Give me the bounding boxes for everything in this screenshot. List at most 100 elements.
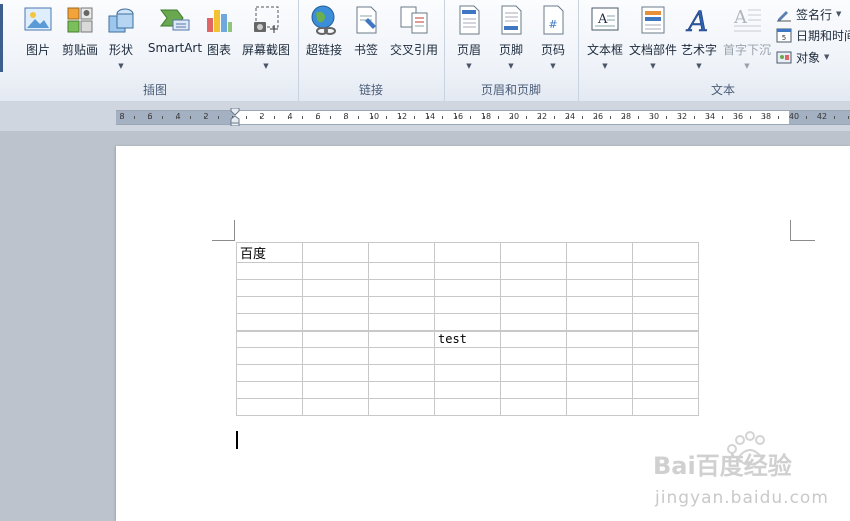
header-dropdown-arrow[interactable]: ▼ [446, 62, 492, 70]
table-cell[interactable] [500, 242, 567, 263]
table-cell[interactable] [368, 279, 435, 297]
table-cell[interactable] [368, 381, 435, 399]
table-cell[interactable] [434, 296, 501, 314]
textbox-dropdown-arrow[interactable]: ▼ [582, 62, 628, 70]
object-dropdown-arrow[interactable]: ▼ [824, 53, 829, 61]
table-cell[interactable] [302, 398, 369, 416]
table-cell[interactable] [302, 279, 369, 297]
table-cell[interactable] [434, 364, 501, 382]
wordart-dropdown-arrow[interactable]: ▼ [676, 62, 722, 70]
table-cell[interactable] [500, 329, 567, 348]
table-cell[interactable] [566, 381, 633, 399]
quickparts-button[interactable]: 文档部件 ▼ [628, 4, 678, 70]
datetime-button[interactable]: 5 日期和时间 [776, 26, 850, 44]
footer-button[interactable]: 页脚 ▼ [488, 4, 534, 70]
dropcap-dropdown-arrow[interactable]: ▼ [721, 62, 773, 70]
table-cell[interactable] [500, 381, 567, 399]
table-cell[interactable] [500, 398, 567, 416]
table-cell[interactable] [566, 313, 633, 331]
table-cell[interactable] [500, 279, 567, 297]
table-cell[interactable] [500, 347, 567, 365]
table-cell[interactable] [302, 364, 369, 382]
object-button[interactable]: 对象 ▼ [776, 48, 829, 66]
table-cell[interactable] [500, 313, 567, 331]
table-cell[interactable] [368, 242, 435, 263]
table-cell[interactable] [632, 347, 699, 365]
signature-dropdown-arrow[interactable]: ▼ [836, 10, 841, 18]
hyperlink-button[interactable]: 超链接 [301, 4, 347, 58]
table-cell[interactable] [566, 262, 633, 280]
table-cell-test[interactable]: test [434, 329, 501, 348]
table-cell[interactable] [236, 398, 303, 416]
clipart-button[interactable]: 剪贴画 [57, 4, 103, 58]
table-cell[interactable] [236, 381, 303, 399]
table-cell[interactable] [632, 296, 699, 314]
chart-button[interactable]: 图表 [196, 4, 242, 58]
table-cell[interactable] [236, 347, 303, 365]
footer-dropdown-arrow[interactable]: ▼ [488, 62, 534, 70]
table-cell[interactable] [302, 313, 369, 331]
table-cell[interactable] [632, 364, 699, 382]
table-cell[interactable] [434, 398, 501, 416]
table-cell[interactable] [434, 242, 501, 263]
signature-line-button[interactable]: 签名行 ▼ [776, 5, 841, 23]
table-cell[interactable] [236, 329, 303, 348]
table-cell[interactable] [566, 329, 633, 348]
table-cell[interactable] [302, 329, 369, 348]
table-cell[interactable] [302, 242, 369, 263]
table-cell[interactable] [566, 364, 633, 382]
textbox-button[interactable]: A 文本框 ▼ [582, 4, 628, 70]
table-cell[interactable] [302, 262, 369, 280]
table-cell[interactable] [500, 262, 567, 280]
table-cell[interactable] [632, 398, 699, 416]
table-cell[interactable] [632, 329, 699, 348]
dropcap-button[interactable]: A 首字下沉 ▼ [721, 4, 773, 70]
quickparts-dropdown-arrow[interactable]: ▼ [628, 62, 678, 70]
table-cell[interactable] [632, 381, 699, 399]
indent-marker-icon[interactable] [230, 108, 240, 126]
table-cell[interactable] [434, 347, 501, 365]
table-cell[interactable] [302, 296, 369, 314]
table-cell[interactable] [434, 313, 501, 331]
table-cell[interactable] [632, 262, 699, 280]
shapes-button[interactable]: 形状 ▼ [98, 4, 144, 70]
table-cell[interactable] [368, 364, 435, 382]
horizontal-ruler[interactable]: 8 6 4 2 2 4 6 8 10 12 14 16 18 20 22 24 26 28 30 32 34 36 38 40… [116, 108, 850, 126]
table-cell[interactable] [236, 364, 303, 382]
table-cell[interactable] [236, 296, 303, 314]
shapes-dropdown-arrow[interactable]: ▼ [98, 62, 144, 70]
crossref-button[interactable]: 交叉引用 [388, 4, 440, 58]
screenshot-dropdown-arrow[interactable]: ▼ [238, 62, 294, 70]
table-cell[interactable] [368, 329, 435, 348]
table-cell[interactable] [302, 381, 369, 399]
table-cell[interactable] [434, 262, 501, 280]
table-cell[interactable] [368, 398, 435, 416]
table-cell[interactable] [632, 242, 699, 263]
table-cell[interactable] [236, 313, 303, 331]
table-cell-baidu[interactable]: 百度 [236, 242, 303, 263]
table-cell[interactable] [500, 296, 567, 314]
table-cell[interactable] [500, 364, 567, 382]
table-cell[interactable] [368, 347, 435, 365]
page-number-button[interactable]: # 页码 ▼ [530, 4, 576, 70]
page-number-dropdown-arrow[interactable]: ▼ [530, 62, 576, 70]
table-cell[interactable] [632, 279, 699, 297]
table-cell[interactable] [566, 398, 633, 416]
table-cell[interactable] [632, 313, 699, 331]
table-cell[interactable] [566, 347, 633, 365]
wordart-button[interactable]: A 艺术字 ▼ [676, 4, 722, 70]
table-cell[interactable] [566, 279, 633, 297]
table-cell[interactable] [434, 279, 501, 297]
table-cell[interactable] [566, 296, 633, 314]
table-cell[interactable] [368, 313, 435, 331]
bookmark-button[interactable]: 书签 [343, 4, 389, 58]
header-button[interactable]: 页眉 ▼ [446, 4, 492, 70]
table-cell[interactable] [236, 279, 303, 297]
picture-button[interactable]: 图片 [15, 4, 61, 58]
table-cell[interactable] [236, 262, 303, 280]
table-cell[interactable] [434, 381, 501, 399]
table-cell[interactable] [566, 242, 633, 263]
screenshot-button[interactable]: 屏幕截图 ▼ [238, 4, 294, 70]
document-table[interactable]: 百度 test [236, 242, 699, 416]
table-cell[interactable] [368, 296, 435, 314]
